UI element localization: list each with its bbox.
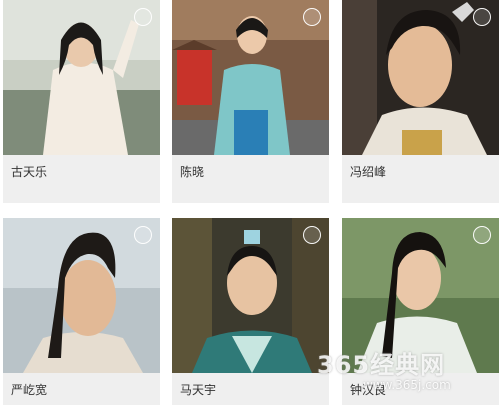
actor-card-1[interactable]: 古天乐	[3, 0, 160, 203]
actor-photo[interactable]	[3, 0, 160, 155]
actor-name: 严屹宽	[11, 383, 48, 397]
actor-photo[interactable]	[342, 0, 499, 155]
actor-photo[interactable]	[172, 0, 329, 155]
actor-card-6[interactable]: 钟汉良	[342, 218, 499, 405]
select-circle[interactable]	[473, 226, 491, 244]
actor-card-2[interactable]: 陈晓	[172, 0, 329, 203]
actor-photo[interactable]	[3, 218, 160, 373]
select-circle[interactable]	[134, 8, 152, 26]
select-circle[interactable]	[473, 8, 491, 26]
actor-card-3[interactable]: 冯绍峰	[342, 0, 499, 203]
actor-card-5[interactable]: 马天宇	[172, 218, 329, 405]
actor-photo[interactable]	[342, 218, 499, 373]
select-circle[interactable]	[303, 226, 321, 244]
actor-name: 古天乐	[11, 165, 48, 179]
actor-name: 冯绍峰	[350, 165, 387, 179]
select-circle[interactable]	[134, 226, 152, 244]
actor-name: 钟汉良	[350, 383, 387, 397]
actor-photo[interactable]	[172, 218, 329, 373]
actor-name: 马天宇	[180, 383, 217, 397]
actor-name: 陈晓	[180, 165, 205, 179]
actor-card-4[interactable]: 严屹宽	[3, 218, 160, 405]
select-circle[interactable]	[303, 8, 321, 26]
